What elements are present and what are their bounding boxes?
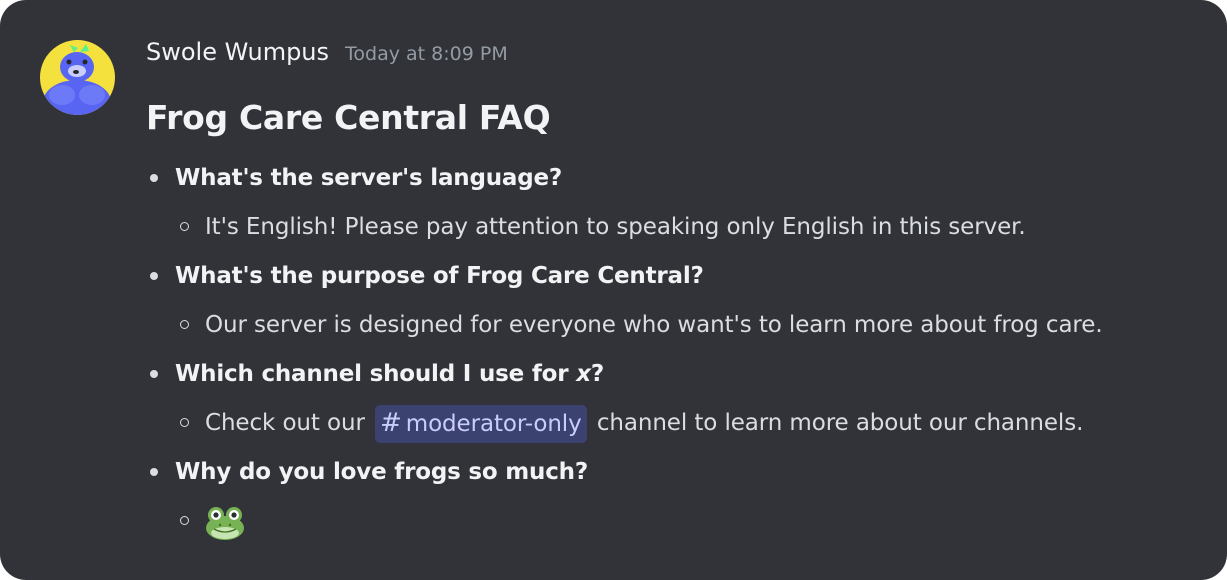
user-avatar[interactable] (40, 40, 115, 115)
bullet-disc-icon (150, 468, 158, 476)
faq-list: What's the server's language? It's Engli… (146, 154, 1206, 546)
faq-question-text: What's the purpose of Frog Care Central? (175, 263, 704, 289)
bullet-disc-icon (150, 370, 158, 378)
faq-answer: Check out our # moderator-only channel to… (146, 399, 1206, 448)
channel-mention[interactable]: # moderator-only (375, 404, 587, 443)
message-title: Frog Care Central FAQ (146, 98, 551, 137)
message-timestamp[interactable]: Today at 8:09 PM (345, 43, 508, 65)
faq-answer (146, 497, 1206, 546)
bullet-circle-icon (180, 516, 189, 525)
message-header: Swole Wumpus Today at 8:09 PM (146, 38, 1206, 78)
faq-question: What's the purpose of Frog Care Central? (146, 252, 1206, 301)
username[interactable]: Swole Wumpus (146, 38, 329, 66)
faq-question-prefix: Which channel should I use for (175, 361, 577, 387)
wumpus-avatar-icon (40, 40, 115, 115)
faq-answer: It's English! Please pay attention to sp… (146, 203, 1206, 252)
frog-emoji[interactable] (205, 502, 245, 542)
faq-question-suffix: ? (590, 361, 604, 387)
faq-answer: Our server is designed for everyone who … (146, 301, 1206, 350)
faq-question-text: What's the server's language? (175, 165, 563, 191)
message-card: Swole Wumpus Today at 8:09 PM Frog Care … (0, 0, 1227, 580)
bullet-circle-icon (180, 418, 189, 427)
faq-answer-text: It's English! Please pay attention to sp… (205, 214, 1026, 240)
channel-hash-icon: # (380, 407, 402, 438)
faq-answer-suffix: channel to learn more about our channels… (596, 410, 1084, 436)
faq-answer-prefix: Check out our (205, 410, 365, 436)
channel-mention-label: moderator-only (405, 410, 582, 437)
faq-answer-text: Our server is designed for everyone who … (205, 312, 1103, 338)
bullet-circle-icon (180, 320, 189, 329)
faq-question-italic: x (576, 361, 591, 387)
bullet-disc-icon (150, 174, 158, 182)
faq-question-text: Why do you love frogs so much? (175, 459, 588, 485)
faq-question: Why do you love frogs so much? (146, 448, 1206, 497)
faq-question: Which channel should I use for x? (146, 350, 1206, 399)
bullet-disc-icon (150, 272, 158, 280)
bullet-circle-icon (180, 222, 189, 231)
faq-question: What's the server's language? (146, 154, 1206, 203)
message-content: Swole Wumpus Today at 8:09 PM Frog Care … (146, 38, 1206, 546)
